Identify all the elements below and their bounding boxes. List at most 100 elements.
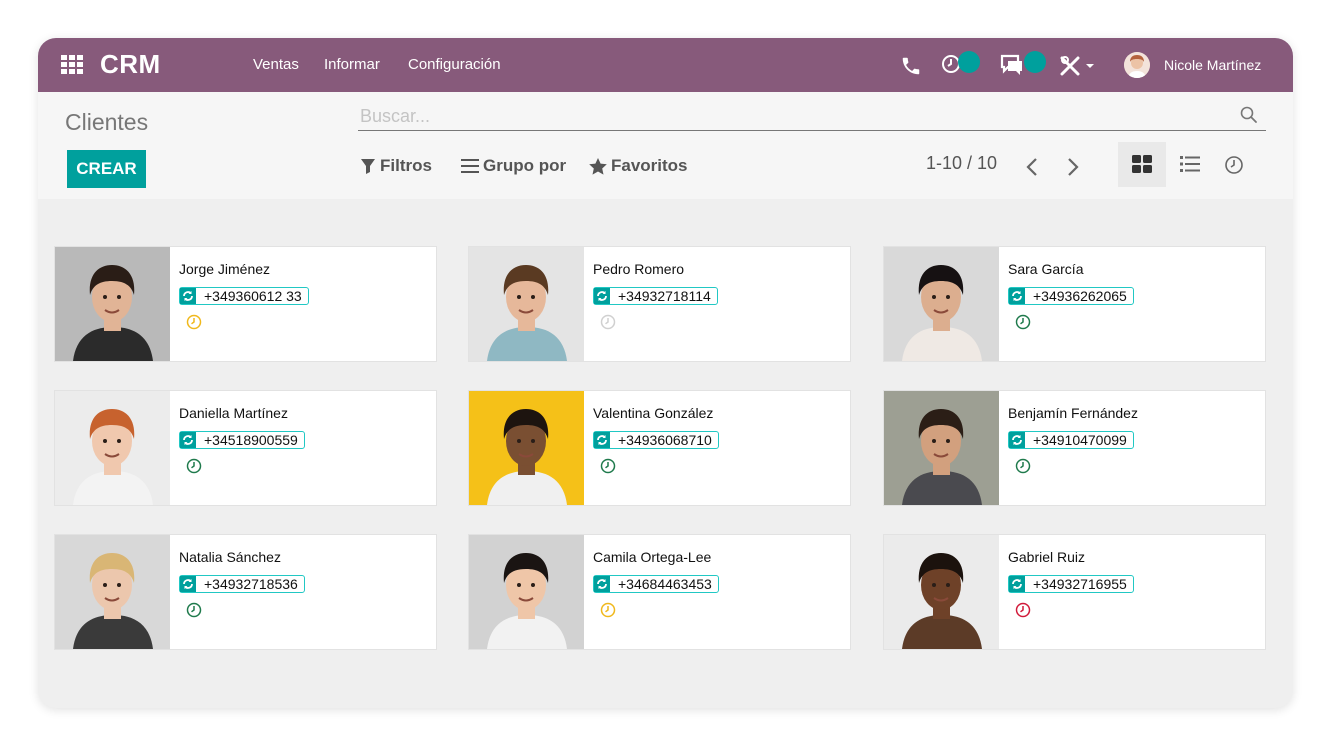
star-icon: [589, 157, 607, 175]
sync-icon[interactable]: [1009, 288, 1025, 304]
phone-number[interactable]: +34932718536: [179, 575, 305, 593]
customer-name[interactable]: Benjamín Fernández: [1008, 405, 1138, 421]
menu-configuracion[interactable]: Configuración: [408, 56, 501, 73]
kanban-view-button[interactable]: [1118, 142, 1166, 187]
customer-name[interactable]: Gabriel Ruiz: [1008, 549, 1085, 565]
list-icon: [1180, 156, 1200, 172]
group-by-button[interactable]: Grupo por: [461, 156, 566, 176]
customer-name[interactable]: Jorge Jiménez: [179, 261, 270, 277]
customer-photo: [884, 535, 999, 649]
phone-number[interactable]: +34910470099: [1008, 431, 1134, 449]
phone-text: +34932718114: [618, 288, 711, 304]
activity-clock-icon[interactable]: [1015, 314, 1031, 330]
customer-name[interactable]: Valentina González: [593, 405, 713, 421]
activity-view-button[interactable]: [1210, 142, 1258, 187]
activity-clock-icon[interactable]: [1015, 602, 1031, 618]
app-brand[interactable]: CRM: [100, 49, 161, 80]
clock-icon: [1225, 156, 1243, 174]
phone-icon[interactable]: [900, 55, 922, 77]
kanban-icon: [1132, 155, 1152, 173]
customer-photo: [469, 247, 584, 361]
customer-name[interactable]: Daniella Martínez: [179, 405, 288, 421]
search-input[interactable]: [358, 104, 1222, 128]
tools-dropdown-icon[interactable]: [1060, 56, 1098, 76]
customer-card[interactable]: Natalia Sánchez +34932718536: [55, 535, 436, 649]
menu-informar[interactable]: Informar: [324, 56, 380, 73]
phone-number[interactable]: +34936068710: [593, 431, 719, 449]
sync-icon[interactable]: [594, 576, 610, 592]
phone-number[interactable]: +34936262065: [1008, 287, 1134, 305]
activity-clock-icon[interactable]: [186, 458, 202, 474]
sync-icon[interactable]: [1009, 432, 1025, 448]
crm-window: CRM Ventas Informar Configuración Nicole…: [38, 38, 1293, 708]
filters-button[interactable]: Filtros: [360, 156, 432, 176]
list-view-button[interactable]: [1166, 142, 1214, 187]
phone-text: +34910470099: [1033, 432, 1127, 448]
phone-text: +349360612 33: [204, 288, 302, 304]
filters-label: Filtros: [380, 156, 432, 175]
sync-icon[interactable]: [1009, 576, 1025, 592]
chevron-right-icon[interactable]: [1067, 158, 1079, 176]
activity-clock-icon[interactable]: [186, 602, 202, 618]
customer-name[interactable]: Natalia Sánchez: [179, 549, 281, 565]
customer-card[interactable]: Pedro Romero +34932718114: [469, 247, 850, 361]
sync-icon[interactable]: [180, 288, 196, 304]
phone-text: +34936068710: [618, 432, 712, 448]
user-name[interactable]: Nicole Martínez: [1164, 57, 1261, 73]
customer-photo: [55, 391, 170, 505]
apps-grid-icon[interactable]: [61, 55, 85, 75]
activity-clock-icon[interactable]: [600, 314, 616, 330]
customer-name[interactable]: Pedro Romero: [593, 261, 684, 277]
filter-icon: [361, 159, 375, 174]
customer-photo: [884, 247, 999, 361]
group-by-icon: [461, 159, 479, 173]
customer-photo: [55, 247, 170, 361]
customer-card[interactable]: Daniella Martínez +34518900559: [55, 391, 436, 505]
user-avatar[interactable]: [1124, 52, 1150, 78]
customer-name[interactable]: Camila Ortega-Lee: [593, 549, 711, 565]
search-bar: [358, 104, 1266, 131]
pager-value[interactable]: 1-10 / 10: [926, 153, 997, 174]
create-button[interactable]: CREAR: [67, 150, 146, 188]
customer-photo: [884, 391, 999, 505]
phone-text: +34684463453: [618, 576, 712, 592]
phone-number[interactable]: +34518900559: [179, 431, 305, 449]
customer-card[interactable]: Gabriel Ruiz +34932716955: [884, 535, 1265, 649]
activity-clock-icon[interactable]: [600, 602, 616, 618]
favorites-button[interactable]: Favoritos: [589, 156, 688, 176]
customer-name[interactable]: Sara García: [1008, 261, 1083, 277]
control-panel: Clientes CREAR Filtros Grupo por Favorit…: [38, 92, 1293, 199]
customer-photo: [469, 535, 584, 649]
sync-icon[interactable]: [180, 576, 196, 592]
customer-card[interactable]: Benjamín Fernández +34910470099: [884, 391, 1265, 505]
page-title: Clientes: [65, 109, 149, 135]
activity-clock-icon[interactable]: [186, 314, 202, 330]
phone-number[interactable]: +34932718114: [593, 287, 718, 305]
customer-card[interactable]: Valentina González +34936068710: [469, 391, 850, 505]
phone-number[interactable]: +34932716955: [1008, 575, 1134, 593]
customer-card[interactable]: Sara García +34936262065: [884, 247, 1265, 361]
activity-clock-icon[interactable]: [1015, 458, 1031, 474]
customer-photo: [469, 391, 584, 505]
customer-card[interactable]: Camila Ortega-Lee +34684463453: [469, 535, 850, 649]
sync-icon[interactable]: [180, 432, 196, 448]
sync-icon[interactable]: [594, 432, 610, 448]
activity-badge: [958, 51, 980, 73]
group-by-label: Grupo por: [483, 156, 567, 175]
customer-card[interactable]: Jorge Jiménez +349360612 33: [55, 247, 436, 361]
phone-text: +34936262065: [1033, 288, 1127, 304]
phone-number[interactable]: +34684463453: [593, 575, 719, 593]
menu-ventas[interactable]: Ventas: [253, 56, 299, 73]
customer-photo: [55, 535, 170, 649]
phone-text: +34932718536: [204, 576, 298, 592]
messages-badge: [1024, 51, 1046, 73]
phone-text: +34518900559: [204, 432, 298, 448]
phone-text: +34932716955: [1033, 576, 1127, 592]
search-icon[interactable]: [1240, 106, 1258, 124]
sync-icon[interactable]: [594, 288, 610, 304]
chevron-left-icon[interactable]: [1026, 158, 1038, 176]
phone-number[interactable]: +349360612 33: [179, 287, 309, 305]
top-navbar: CRM Ventas Informar Configuración Nicole…: [38, 38, 1293, 92]
favorites-label: Favoritos: [611, 156, 688, 175]
activity-clock-icon[interactable]: [600, 458, 616, 474]
